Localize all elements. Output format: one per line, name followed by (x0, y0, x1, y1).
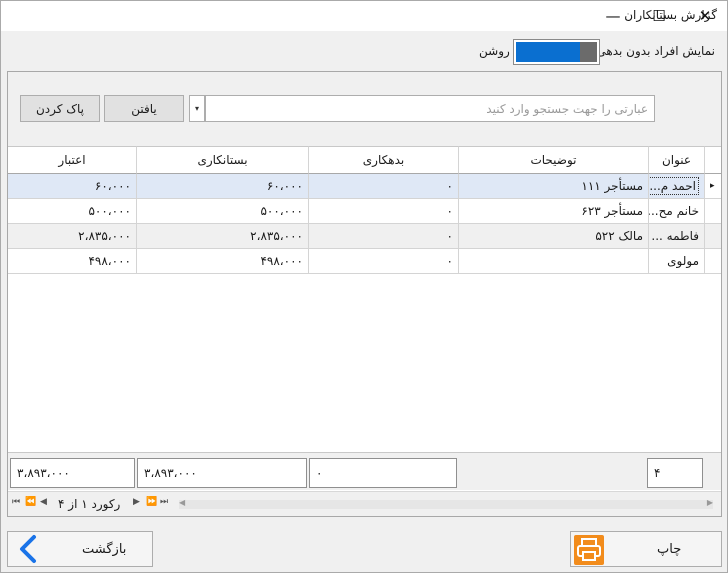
close-button[interactable]: ✕ (682, 1, 728, 31)
cell-description[interactable]: مستأجر ۱۱۱ (459, 174, 649, 199)
grid-panel: پاک کردن یافتن ▾ اعتبار بستانکاری بدهکار… (7, 71, 722, 517)
row-indicator (705, 249, 721, 274)
cell-title[interactable]: خانم مح... (649, 199, 705, 224)
toggle-fill (516, 42, 580, 62)
report-window: گزارش بستانکاران — ☐ ✕ نمایش افراد بدون … (0, 0, 728, 573)
cell-credit[interactable]: ۴۹۸،۰۰۰ (137, 249, 309, 274)
cell-debit[interactable]: ۰ (309, 199, 459, 224)
back-button-label: بازگشت (82, 542, 127, 557)
title-bar: گزارش بستانکاران — ☐ ✕ (1, 1, 727, 31)
search-input[interactable] (205, 95, 655, 122)
toggle-knob[interactable] (580, 42, 597, 62)
print-button-label: چاپ (657, 542, 682, 557)
cell-debit[interactable]: ۰ (309, 174, 459, 199)
cell-debit[interactable]: ۰ (309, 249, 459, 274)
cell-description[interactable]: مالک ۵۲۲ (459, 224, 649, 249)
cell-balance[interactable]: ۴۹۸،۰۰۰ (8, 249, 137, 274)
printer-icon (574, 535, 604, 565)
cell-title[interactable]: فاطمه ... (649, 224, 705, 249)
cell-description[interactable]: مستأجر ۶۲۳ (459, 199, 649, 224)
cell-description[interactable] (459, 249, 649, 274)
column-header-balance[interactable]: اعتبار (8, 146, 137, 174)
record-navigator: ⏮ ⏪ ◀ رکورد ۱ از ۴ ▶ ⏩ ⏭ ◀ ▶ (8, 491, 721, 516)
prev-page-button[interactable]: ⏪ (25, 497, 36, 507)
show-no-debt-label: نمایش افراد بدون بدهی (596, 44, 715, 58)
cell-credit[interactable]: ۶۰،۰۰۰ (137, 174, 309, 199)
first-record-button[interactable]: ⏮ (12, 497, 20, 507)
record-position-text: رکورد ۱ از ۴ (58, 497, 121, 511)
print-button[interactable]: چاپ (570, 531, 722, 567)
row-indicator-header (705, 146, 721, 174)
last-record-button[interactable]: ⏭ (160, 497, 168, 507)
row-indicator (705, 199, 721, 224)
toggle-state-text: روشن (479, 44, 510, 58)
total-count: ۴ (647, 458, 703, 488)
find-button[interactable]: یافتن (104, 95, 184, 122)
cell-title[interactable]: احمد م... (649, 174, 705, 199)
table-row[interactable]: ۶۰،۰۰۰ ۶۰،۰۰۰ ۰ مستأجر ۱۱۱ احمد م... ▸ (8, 174, 721, 199)
table-row[interactable]: ۵۰۰،۰۰۰ ۵۰۰،۰۰۰ ۰ مستأجر ۶۲۳ خانم مح... (8, 199, 721, 224)
scroll-left-icon[interactable]: ◀ (179, 498, 185, 507)
scroll-right-icon[interactable]: ▶ (707, 498, 713, 507)
cell-title[interactable]: مولوی (649, 249, 705, 274)
total-credit: ۳،۸۹۳،۰۰۰ (137, 458, 307, 488)
cell-credit[interactable]: ۲،۸۳۵،۰۰۰ (137, 224, 309, 249)
back-button[interactable]: بازگشت (7, 531, 153, 567)
row-indicator-icon: ▸ (705, 174, 721, 199)
horizontal-scrollbar[interactable]: ◀ ▶ (179, 498, 713, 509)
cell-title-text: احمد م... (649, 177, 699, 195)
row-indicator (705, 224, 721, 249)
cell-balance[interactable]: ۶۰،۰۰۰ (8, 174, 137, 199)
clear-button[interactable]: پاک کردن (20, 95, 100, 122)
next-record-button[interactable]: ▶ (133, 497, 140, 507)
chevron-left-icon (20, 535, 36, 563)
prev-record-button[interactable]: ◀ (40, 497, 47, 507)
next-page-button[interactable]: ⏩ (146, 497, 157, 507)
show-no-debt-toggle[interactable] (513, 39, 600, 65)
column-header-description[interactable]: توضیحات (459, 146, 649, 174)
column-header-debit[interactable]: بدهکاری (309, 146, 459, 174)
grid-header: اعتبار بستانکاری بدهکاری توضیحات عنوان (8, 146, 721, 174)
maximize-button[interactable]: ☐ (636, 1, 682, 31)
cell-credit[interactable]: ۵۰۰،۰۰۰ (137, 199, 309, 224)
search-bar: پاک کردن یافتن ▾ (8, 72, 721, 146)
minimize-button[interactable]: — (590, 1, 636, 31)
column-header-title[interactable]: عنوان (649, 146, 705, 174)
total-balance: ۳،۸۹۳،۰۰۰ (10, 458, 135, 488)
table-row[interactable]: ۲،۸۳۵،۰۰۰ ۲،۸۳۵،۰۰۰ ۰ مالک ۵۲۲ فاطمه ... (8, 224, 721, 249)
table-row[interactable]: ۴۹۸،۰۰۰ ۴۹۸،۰۰۰ ۰ مولوی (8, 249, 721, 274)
cell-debit[interactable]: ۰ (309, 224, 459, 249)
cell-balance[interactable]: ۵۰۰،۰۰۰ (8, 199, 137, 224)
column-header-credit[interactable]: بستانکاری (137, 146, 309, 174)
cell-balance[interactable]: ۲،۸۳۵،۰۰۰ (8, 224, 137, 249)
total-debit: ۰ (309, 458, 457, 488)
search-dropdown-button[interactable]: ▾ (189, 95, 205, 122)
totals-row: ۳،۸۹۳،۰۰۰ ۳،۸۹۳،۰۰۰ ۰ ۴ (8, 452, 721, 490)
